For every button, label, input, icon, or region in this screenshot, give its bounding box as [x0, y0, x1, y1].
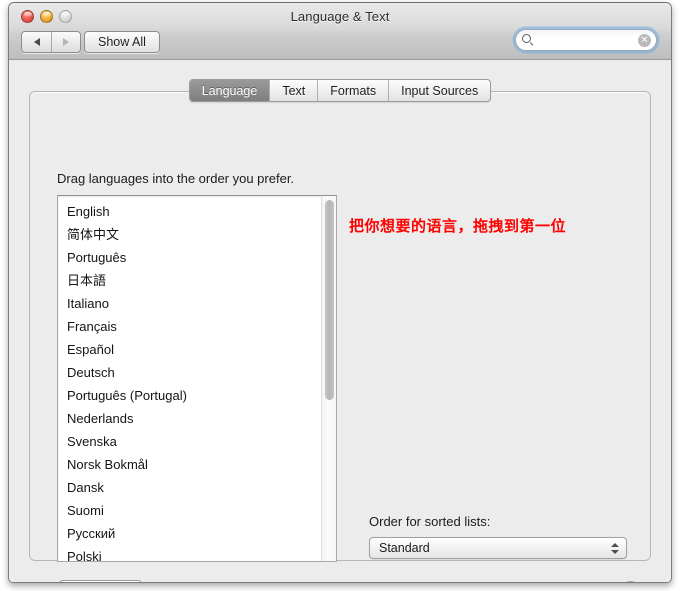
triangle-left-icon — [34, 38, 40, 46]
sort-order-label: Order for sorted lists: — [369, 514, 490, 529]
window-titlebar: Language & Text Show All ✕ — [9, 3, 671, 60]
list-scrollbar-thumb[interactable] — [325, 200, 334, 400]
list-item[interactable]: Svenska — [58, 430, 320, 453]
back-button[interactable] — [22, 32, 51, 52]
list-item[interactable]: Italiano — [58, 292, 320, 315]
triangle-right-icon — [63, 38, 69, 46]
list-item[interactable]: Deutsch — [58, 361, 320, 384]
tab-language[interactable]: Language — [190, 80, 270, 101]
tab-text[interactable]: Text — [269, 80, 317, 101]
preferences-body: Language Text Formats Input Sources Drag… — [9, 60, 671, 582]
annotation-text: 把你想要的语言，拖拽到第一位 — [349, 215, 566, 236]
list-scrollbar-track[interactable] — [321, 196, 336, 561]
list-item[interactable]: Polski — [58, 545, 320, 562]
tab-strip: Language Text Formats Input Sources — [189, 79, 492, 102]
help-button[interactable]: ? — [620, 581, 641, 583]
tab-bar: Language Text Formats Input Sources — [9, 79, 671, 102]
list-item[interactable]: English — [58, 200, 320, 223]
stepper-arrows-icon — [611, 538, 619, 558]
search-input[interactable] — [540, 30, 634, 52]
tab-input-sources[interactable]: Input Sources — [388, 80, 490, 101]
list-item[interactable]: Русский — [58, 522, 320, 545]
list-item[interactable]: Português (Portugal) — [58, 384, 320, 407]
edit-list-button[interactable]: Edit List... — [59, 580, 142, 583]
triangle-down-icon — [611, 550, 619, 554]
list-item[interactable]: Français — [58, 315, 320, 338]
sort-order-value: Standard — [379, 538, 430, 558]
language-list-box[interactable]: English 简体中文 Português 日本語 Italiano Fran… — [57, 195, 337, 562]
window-title: Language & Text — [9, 9, 671, 24]
preferences-window: Language & Text Show All ✕ Language Text — [8, 2, 672, 583]
list-item[interactable]: Português — [58, 246, 320, 269]
list-item[interactable]: 日本語 — [58, 269, 320, 292]
list-item[interactable]: Suomi — [58, 499, 320, 522]
triangle-up-icon — [611, 543, 619, 547]
clear-circle-icon[interactable]: ✕ — [638, 34, 651, 47]
language-list: English 简体中文 Português 日本語 Italiano Fran… — [58, 196, 320, 562]
list-item[interactable]: Norsk Bokmål — [58, 453, 320, 476]
magnifier-icon — [522, 34, 531, 43]
show-all-button[interactable]: Show All — [84, 31, 160, 53]
search-field[interactable]: ✕ — [515, 29, 657, 51]
tab-formats[interactable]: Formats — [317, 80, 388, 101]
list-item[interactable]: Dansk — [58, 476, 320, 499]
list-item[interactable]: Español — [58, 338, 320, 361]
list-item[interactable]: Nederlands — [58, 407, 320, 430]
sort-order-popup-button[interactable]: Standard — [369, 537, 627, 559]
search-field-wrapper: ✕ — [515, 29, 657, 51]
forward-button[interactable] — [51, 32, 80, 52]
instruction-label: Drag languages into the order you prefer… — [57, 171, 294, 186]
list-item[interactable]: 简体中文 — [58, 223, 320, 246]
navigation-segmented-control — [21, 31, 81, 53]
